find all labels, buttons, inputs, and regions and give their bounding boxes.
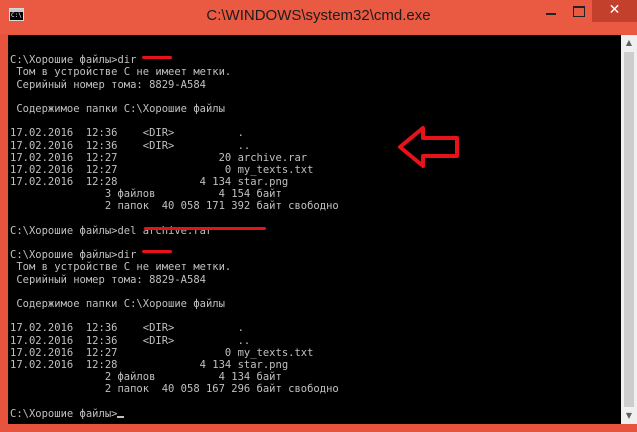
- scroll-up-icon[interactable]: ▲: [621, 35, 637, 51]
- console-line: C:\Хорошие файлы>dir: [10, 54, 137, 67]
- console-line: C:\Хорошие файлы>: [10, 408, 339, 420]
- console-line: Серийный номер тома: 8829-A584: [10, 78, 206, 91]
- maximize-button[interactable]: [565, 0, 592, 22]
- vertical-scrollbar[interactable]: ▲ ▼: [621, 35, 637, 424]
- console-line: 17.02.2016 12:27 0 my_texts.txt: [10, 346, 314, 359]
- window-bottom-border: [0, 424, 637, 432]
- console-line: 17.02.2016 12:27 20 archive.rar: [10, 151, 308, 164]
- console-line: 17.02.2016 12:36 <DIR> .: [10, 127, 244, 140]
- annotation-underline-dir-1: [142, 56, 172, 59]
- console-output[interactable]: C:\Хорошие файлы>dir Том в устройстве C …: [8, 35, 621, 424]
- minimize-icon: [546, 13, 556, 15]
- console-line: 17.02.2016 12:27 0 my_texts.txt: [10, 163, 314, 176]
- console-line: 17.02.2016 12:28 4 134 star.png: [10, 176, 289, 189]
- console-line: Серийный номер тома: 8829-A584: [10, 273, 206, 286]
- annotation-underline-del: [144, 227, 266, 230]
- scroll-down-icon[interactable]: ▼: [621, 408, 637, 424]
- annotation-underline-dir-2: [142, 250, 172, 253]
- console-line: 17.02.2016 12:36 <DIR> ..: [10, 139, 251, 152]
- console-line: 2 папок 40 058 167 296 байт свободно: [10, 383, 339, 396]
- minimize-button[interactable]: [537, 0, 565, 22]
- console-line: Том в устройстве C не имеет метки.: [10, 66, 232, 79]
- console-line: 3 файлов 4 154 байт: [10, 188, 282, 201]
- annotation-arrow-icon: [398, 126, 459, 168]
- text-cursor: [117, 415, 125, 418]
- console-line: C:\Хорошие файлы>dir: [10, 249, 137, 262]
- console-line: 17.02.2016 12:28 4 134 star.png: [10, 358, 289, 371]
- console-line: 17.02.2016 12:36 <DIR> ..: [10, 334, 251, 347]
- maximize-icon: [573, 6, 585, 17]
- console-line: 2 папок 40 058 171 392 байт свободно: [10, 200, 339, 213]
- cmd-window: C:\. C:\WINDOWS\system32\cmd.exe ✕ C:\Хо…: [0, 0, 637, 432]
- title-bar[interactable]: C:\. C:\WINDOWS\system32\cmd.exe ✕: [0, 0, 637, 34]
- close-icon: ✕: [608, 2, 621, 18]
- console-text: C:\Хорошие файлы>dir Том в устройстве C …: [10, 42, 339, 420]
- console-line: Содержимое папки C:\Хорошие файлы: [10, 102, 225, 115]
- scroll-thumb[interactable]: [624, 52, 634, 407]
- console-line: Содержимое папки C:\Хорошие файлы: [10, 297, 225, 310]
- console-line: 2 файлов 4 134 байт: [10, 371, 282, 384]
- console-line: Том в устройстве C не имеет метки.: [10, 261, 232, 274]
- close-button[interactable]: ✕: [592, 0, 637, 22]
- console-line: 17.02.2016 12:36 <DIR> .: [10, 322, 244, 335]
